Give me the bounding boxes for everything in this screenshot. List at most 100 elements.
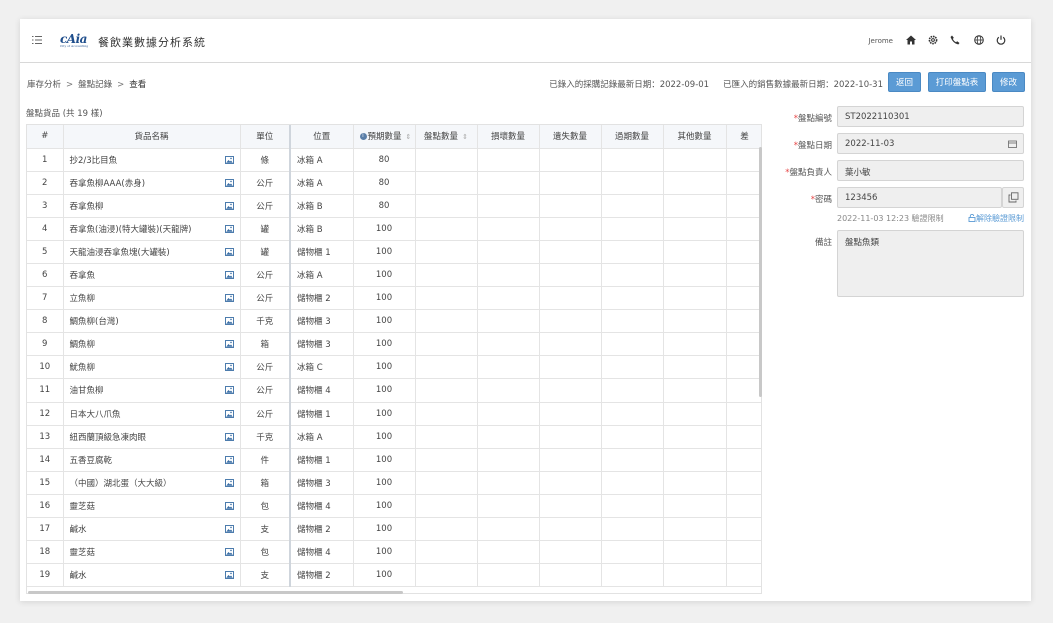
image-icon[interactable] [224, 224, 234, 233]
menu-icon[interactable] [32, 35, 42, 45]
remark-textarea[interactable]: 盤點魚類 [837, 230, 1024, 297]
password-input[interactable]: 123456 [837, 187, 1002, 208]
row-empty-cell [539, 471, 602, 495]
col-counted[interactable]: 盤點數量 ⇕ [415, 125, 478, 149]
table-row[interactable]: 3 吞拿魚柳 公斤 冰箱 B 80 [27, 194, 761, 218]
row-name: 抄2/3比目魚 [63, 148, 241, 172]
table-row[interactable]: 2 吞拿魚柳AAA(赤身) 公斤 冰箱 A 80 [27, 171, 761, 195]
col-diff: 差 [726, 125, 761, 149]
row-name: 靈芝菇 [63, 540, 241, 565]
image-icon[interactable] [224, 340, 234, 349]
row-expected: 100 [353, 448, 416, 472]
image-icon[interactable] [224, 455, 234, 464]
row-index: 4 [27, 217, 64, 241]
row-unit: 支 [240, 517, 291, 542]
date-input[interactable]: 2022-11-03 [837, 133, 1024, 154]
table-row[interactable]: 16 靈芝菇包儲物櫃 4 100 [27, 494, 761, 519]
row-name: 立魚柳 [63, 286, 241, 311]
print-button[interactable]: 打印盤點表 [928, 72, 986, 92]
image-icon[interactable] [224, 409, 234, 418]
table-row[interactable]: 14 五香豆腐乾件儲物櫃 1 100 [27, 448, 761, 472]
sort-icon[interactable]: ⇕ [462, 133, 468, 141]
table-row[interactable]: 12 日本大八爪魚 公斤 儲物櫃 1 100 [27, 402, 761, 426]
col-lost: 遺失數量 [539, 125, 602, 149]
row-empty-cell [726, 425, 761, 449]
vertical-scrollbar[interactable] [759, 147, 762, 397]
image-icon[interactable] [224, 478, 234, 487]
table-row[interactable]: 11 油甘魚柳 公斤 儲物櫃 4 100 [27, 378, 761, 403]
row-expected: 100 [353, 240, 416, 264]
image-icon[interactable] [224, 571, 234, 580]
row-empty-cell [477, 171, 540, 195]
power-icon[interactable] [995, 34, 1007, 46]
row-expected: 100 [353, 471, 416, 495]
edit-button[interactable]: 修改 [992, 72, 1025, 92]
row-expected: 100 [353, 517, 416, 542]
image-icon[interactable] [224, 271, 234, 279]
table-row[interactable]: 15 （中國）湖北蛋（大大級）箱儲物櫃 3 100 [27, 471, 761, 495]
unlock-link[interactable]: 解除驗證限制 [968, 213, 1024, 224]
sort-icon[interactable]: ⇕ [406, 133, 412, 141]
user-name[interactable]: Jerome [868, 37, 893, 45]
copy-button[interactable] [1002, 187, 1024, 208]
row-name: 魷魚柳 [63, 355, 241, 380]
image-icon[interactable] [224, 201, 234, 210]
table-row[interactable]: 19 鹹水支儲物櫃 2 100 [27, 563, 761, 588]
top-bar: cAia City of Accounting 餐飲業數據分析系統 Jerome [20, 19, 1031, 63]
image-icon[interactable] [224, 548, 234, 557]
phone-icon[interactable] [949, 34, 961, 46]
row-empty-cell [539, 171, 602, 195]
row-empty-cell [726, 332, 761, 357]
row-empty-cell [726, 540, 761, 565]
row-unit: 公斤 [240, 286, 291, 311]
home-icon[interactable] [905, 34, 917, 46]
row-empty-cell [477, 378, 540, 403]
table-row[interactable]: 17 鹹水支儲物櫃 2 100 [27, 517, 761, 542]
copy-icon[interactable] [1008, 192, 1019, 203]
code-input[interactable]: ST2022110301 [837, 106, 1024, 127]
row-empty-cell [601, 563, 664, 588]
image-icon[interactable] [224, 432, 234, 441]
image-icon[interactable] [224, 363, 234, 372]
globe-icon[interactable] [973, 34, 985, 46]
row-expected: 100 [353, 563, 416, 588]
person-input[interactable]: 葉小敏 [837, 160, 1024, 181]
breadcrumb-inventory[interactable]: 庫存分析 [27, 80, 61, 90]
image-icon[interactable] [224, 155, 234, 164]
image-icon[interactable] [224, 178, 234, 187]
col-index: # [27, 125, 64, 149]
table-row[interactable]: 7 立魚柳 公斤 儲物櫃 2 100 [27, 286, 761, 311]
table-row[interactable]: 5 天龍油浸吞拿魚塊(大罐裝) 罐儲物櫃 1 100 [27, 240, 761, 264]
image-icon[interactable] [224, 294, 234, 303]
row-empty-cell [477, 402, 540, 426]
gear-icon[interactable] [927, 34, 939, 46]
table-row[interactable]: 18 靈芝菇包儲物櫃 4 100 [27, 540, 761, 565]
image-icon[interactable] [224, 247, 234, 256]
row-empty-cell [601, 402, 664, 426]
table-row[interactable]: 1 抄2/3比目魚條冰箱 A 80 [27, 148, 761, 172]
breadcrumb-stocktake[interactable]: 盤點記錄 [78, 80, 112, 90]
image-icon[interactable] [224, 317, 234, 326]
image-icon[interactable] [224, 501, 234, 510]
image-icon[interactable] [224, 525, 234, 533]
table-row[interactable]: 13 紐西蘭頂級急凍肉眼 千克 冰箱 A 100 [27, 425, 761, 449]
row-empty-cell [663, 540, 727, 565]
table-row[interactable]: 9 鯛魚柳箱儲物櫃 3 100 [27, 332, 761, 357]
info-icon[interactable]: i [359, 133, 367, 141]
row-empty-cell [663, 148, 727, 172]
latest-dates: 已錄入的採購記錄最新日期：2022-09-01 已匯入的銷售數據最新日期：2022… [549, 78, 883, 90]
row-empty-cell [415, 494, 478, 519]
row-index: 3 [27, 194, 64, 218]
table-row[interactable]: 4 吞拿魚(油浸)(特大罐裝)(天龍牌) 罐冰箱 B 100 [27, 217, 761, 241]
row-empty-cell [663, 286, 727, 311]
back-button[interactable]: 返回 [888, 72, 921, 92]
table-body: 1 抄2/3比目魚條冰箱 A 80 2 吞拿魚柳AAA(赤身) 公斤 冰箱 A 80 3 吞拿魚柳… [27, 148, 761, 588]
image-icon[interactable] [224, 386, 234, 395]
table-row[interactable]: 10 魷魚柳 公斤 冰箱 C 100 [27, 355, 761, 380]
table-row[interactable]: 6 吞拿魚 公斤 冰箱 A 100 [27, 263, 761, 288]
table-row[interactable]: 8 鯛魚柳(台灣) 千克 儲物櫃 3 100 [27, 309, 761, 334]
row-index: 10 [27, 355, 64, 380]
col-expected[interactable]: i 預期數量 ⇕ [353, 125, 416, 149]
calendar-icon[interactable] [1008, 140, 1017, 148]
horizontal-scrollbar[interactable] [28, 591, 403, 594]
